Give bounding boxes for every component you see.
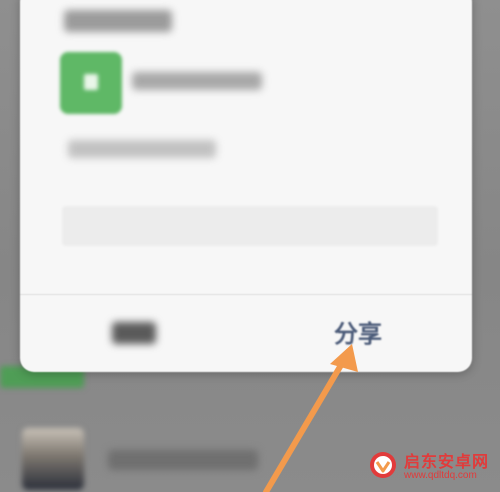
watermark-title: 启东安卓网 (404, 452, 490, 471)
cancel-button[interactable] (112, 322, 156, 344)
contact-name (132, 72, 262, 90)
document-icon-glyph (84, 74, 98, 90)
background-row-avatar (22, 428, 84, 490)
watermark-logo-icon (370, 452, 396, 478)
watermark: 启东安卓网 www.qdltdq.com (368, 446, 498, 488)
dialog-title (64, 10, 172, 32)
share-dialog: 分享 (20, 0, 472, 372)
message-input[interactable] (62, 206, 438, 246)
message-placeholder (68, 140, 216, 158)
document-icon (60, 52, 122, 114)
watermark-url: www.qdltdq.com (404, 470, 477, 481)
dialog-divider (20, 294, 472, 295)
share-button[interactable]: 分享 (330, 318, 386, 350)
background-row-name (108, 450, 258, 470)
